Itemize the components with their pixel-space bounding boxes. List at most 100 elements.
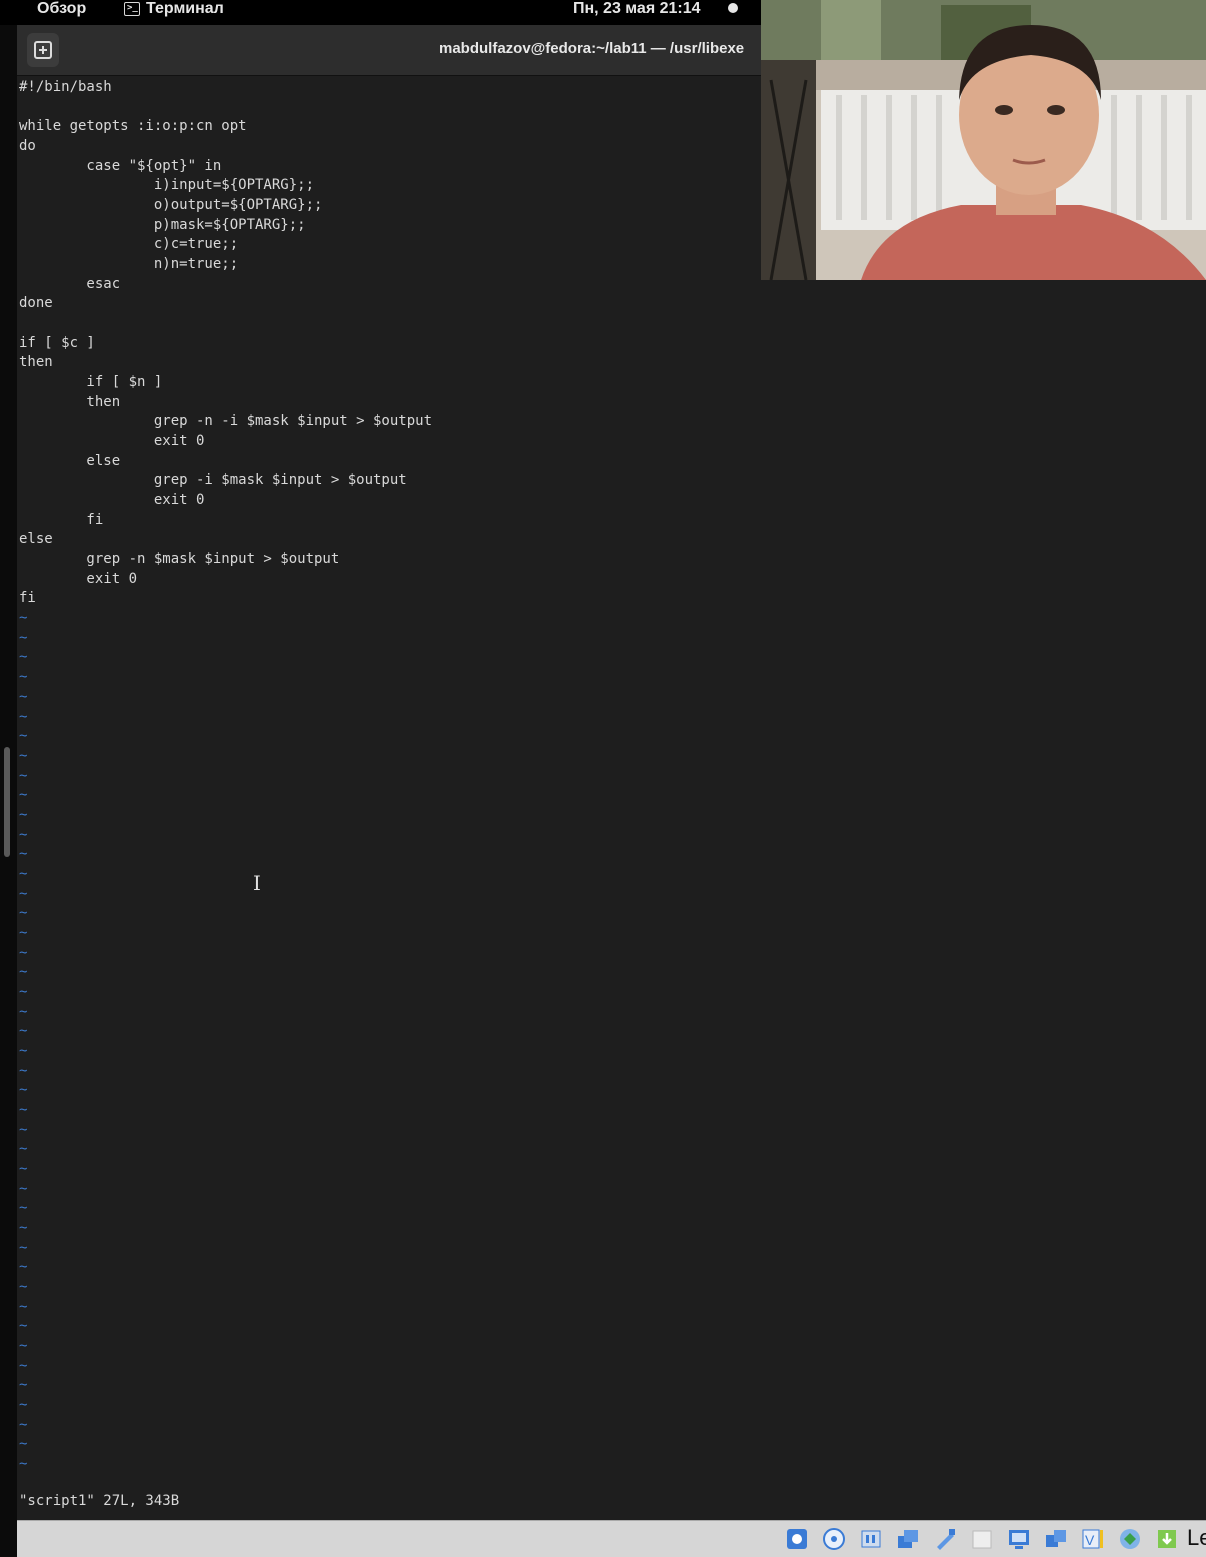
code-line: o)output=${OPTARG};; [19, 197, 323, 214]
empty-line-marker: ~ [19, 1101, 28, 1118]
empty-line-marker: ~ [19, 1003, 28, 1020]
empty-line-marker: ~ [19, 1397, 28, 1414]
empty-line-marker: ~ [19, 1121, 28, 1138]
webcam-image [761, 0, 1206, 280]
code-line: n)n=true;; [19, 256, 239, 273]
empty-line-marker: ~ [19, 787, 28, 804]
audio-icon[interactable] [855, 1525, 887, 1553]
empty-line-marker: ~ [19, 747, 28, 764]
code-line: then [19, 354, 53, 371]
empty-line-marker: ~ [19, 1259, 28, 1276]
svg-text:V: V [1085, 1532, 1095, 1548]
code-line: fi [19, 590, 36, 607]
empty-line-marker: ~ [19, 1436, 28, 1453]
empty-line-marker: ~ [19, 649, 28, 666]
new-tab-button[interactable] [27, 33, 59, 67]
empty-line-marker: ~ [19, 1298, 28, 1315]
code-line: esac [19, 275, 121, 292]
empty-line-marker: ~ [19, 1239, 28, 1256]
empty-line-marker: ~ [19, 1416, 28, 1433]
app-menu-label: Терминал [146, 0, 224, 17]
empty-line-marker: ~ [19, 1023, 28, 1040]
text-cursor-icon: I [253, 871, 261, 895]
code-line: case "${opt}" in [19, 157, 222, 174]
empty-line-marker: ~ [19, 865, 28, 882]
code-line: exit 0 [19, 492, 205, 509]
optical-drive-icon[interactable] [818, 1525, 850, 1553]
empty-line-marker: ~ [19, 610, 28, 627]
code-line: else [19, 452, 121, 469]
shared-folders-icon[interactable] [966, 1525, 998, 1553]
clock[interactable]: Пн, 23 мая 21:14 [573, 0, 701, 17]
empty-line-marker: ~ [19, 905, 28, 922]
notification-dot-icon [728, 3, 738, 13]
empty-line-marker: ~ [19, 1082, 28, 1099]
empty-line-marker: ~ [19, 728, 28, 745]
empty-line-marker: ~ [19, 1160, 28, 1177]
empty-line-marker: ~ [19, 924, 28, 941]
host-left-strip [0, 25, 17, 1556]
code-line: grep -n -i $mask $input > $output [19, 413, 433, 430]
code-line: c)c=true;; [19, 236, 239, 253]
empty-line-marker: ~ [19, 1200, 28, 1217]
virtualbox-status-bar: V Le [17, 1520, 1206, 1557]
empty-line-marker: ~ [19, 708, 28, 725]
empty-line-marker: ~ [19, 1357, 28, 1374]
empty-line-marker: ~ [19, 1180, 28, 1197]
code-line: grep -n $mask $input > $output [19, 551, 340, 568]
code-line: exit 0 [19, 433, 205, 450]
terminal-app-icon: >_ [124, 1, 140, 16]
window-title: mabdulfazov@fedora:~/lab11 — /usr/libexe [439, 40, 745, 57]
code-line: fi [19, 511, 104, 528]
code-line: else [19, 531, 53, 548]
code-line: if [ $n ] [19, 374, 163, 391]
empty-line-marker: ~ [19, 885, 28, 902]
empty-line-marker: ~ [19, 1278, 28, 1295]
code-line: then [19, 393, 121, 410]
keyboard-capture-icon[interactable] [1151, 1525, 1183, 1553]
empty-line-marker: ~ [19, 983, 28, 1000]
display-icon[interactable] [1003, 1525, 1035, 1553]
code-line: if [ $c ] [19, 334, 95, 351]
empty-line-marker: ~ [19, 669, 28, 686]
empty-line-marker: ~ [19, 1338, 28, 1354]
host-key-label: Le [1187, 1525, 1206, 1550]
app-menu-button[interactable]: >_ Терминал [124, 0, 224, 17]
empty-line-marker: ~ [19, 629, 28, 646]
code-line: i)input=${OPTARG};; [19, 177, 315, 194]
empty-line-marker: ~ [19, 688, 28, 705]
code-line: p)mask=${OPTARG};; [19, 216, 306, 233]
code-line: do [19, 138, 36, 155]
webcam-overlay [761, 0, 1206, 280]
code-line: done [19, 295, 53, 312]
empty-line-marker: ~ [19, 944, 28, 961]
network-icon[interactable] [892, 1525, 924, 1553]
empty-line-marker: ~ [19, 1219, 28, 1236]
code-line: while getopts :i:o:p:cn opt [19, 118, 247, 135]
empty-line-marker: ~ [19, 1062, 28, 1079]
usb-icon[interactable] [929, 1525, 961, 1553]
empty-line-marker: ~ [19, 806, 28, 823]
empty-line-marker: ~ [19, 1141, 28, 1158]
activities-overview-button[interactable]: Обзор [37, 0, 86, 17]
vim-buffer[interactable]: #!/bin/bash while getopts :i:o:p:cn opt d… [19, 78, 432, 1475]
snapshot-icon[interactable] [1040, 1525, 1072, 1553]
empty-line-marker: ~ [19, 1318, 28, 1335]
empty-line-marker: ~ [19, 846, 28, 863]
empty-line-marker: ~ [19, 964, 28, 981]
code-line: grep -i $mask $input > $output [19, 472, 407, 489]
vim-status-line: "script1" 27L, 343B [19, 1493, 180, 1509]
video-capture-icon[interactable]: V [1077, 1525, 1109, 1553]
plus-square-icon [34, 41, 52, 59]
code-line: #!/bin/bash [19, 79, 112, 95]
code-line: exit 0 [19, 570, 138, 587]
scrollbar-thumb[interactable] [4, 747, 10, 857]
hard-disk-icon[interactable] [781, 1525, 813, 1553]
empty-line-marker: ~ [19, 1377, 28, 1394]
empty-line-marker: ~ [19, 1456, 28, 1473]
empty-line-marker: ~ [19, 767, 28, 784]
empty-line-marker: ~ [19, 1042, 28, 1059]
mouse-integration-icon[interactable] [1114, 1525, 1146, 1553]
